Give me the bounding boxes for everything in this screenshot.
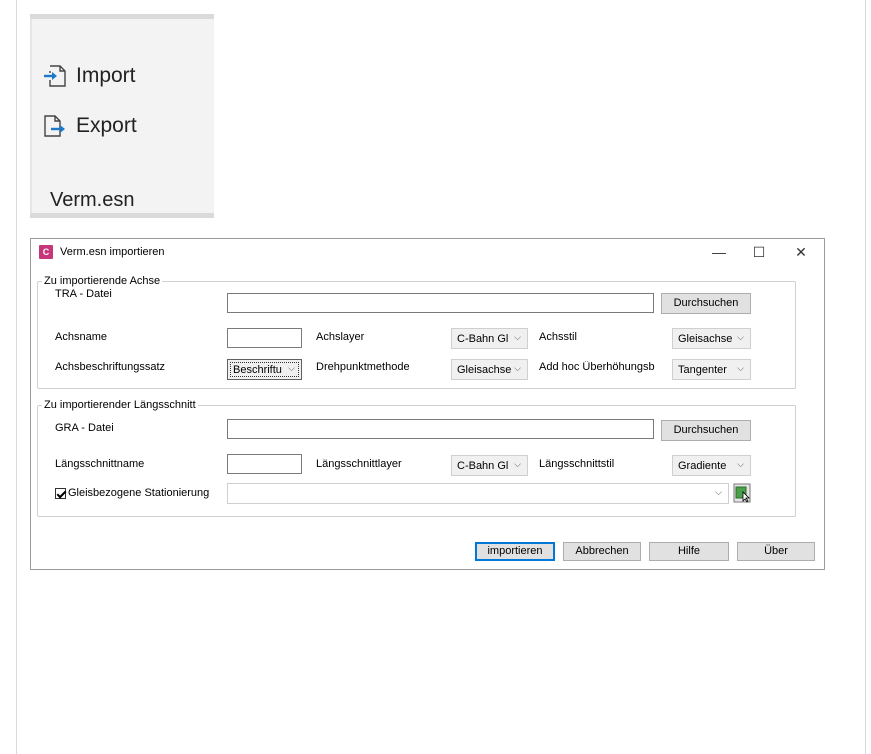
achsstil-label: Achsstil	[539, 331, 577, 343]
chevron-down-icon: ⌵	[715, 487, 722, 497]
chevron-down-icon: ⌵	[514, 363, 521, 373]
chevron-down-icon: ⌵	[737, 459, 744, 469]
drehpunkt-value: Gleisachse	[457, 364, 512, 376]
close-button[interactable]: ✕	[786, 241, 816, 263]
stationierung-checkbox[interactable]	[55, 488, 66, 499]
adhoc-value: Tangenter	[678, 364, 727, 376]
minimize-button[interactable]: —	[704, 241, 734, 263]
adhoc-label: Add hoc Überhöhungsb	[539, 361, 655, 373]
tra-file-input[interactable]	[227, 293, 654, 313]
stationierung-label: Gleisbezogene Stationierung	[68, 487, 210, 499]
gra-browse-button[interactable]: Durchsuchen	[661, 420, 751, 441]
laengsschnittstil-value: Gradiente	[678, 460, 727, 472]
gra-label: GRA - Datei	[55, 422, 114, 434]
maximize-button[interactable]: ☐	[744, 241, 774, 263]
dialog-title: Verm.esn importieren	[60, 246, 165, 258]
laengsschnittstil-label: Längsschnittstil	[539, 458, 615, 470]
gra-file-input[interactable]	[227, 419, 654, 439]
ribbon-separator	[30, 19, 32, 213]
achsname-label: Achsname	[55, 331, 107, 343]
app-icon: C	[39, 245, 53, 259]
chevron-down-icon: ⌵	[514, 459, 521, 469]
chevron-down-icon: ⌵	[737, 363, 744, 373]
cancel-button[interactable]: Abbrechen	[563, 542, 641, 561]
chevron-down-icon: ⌵	[737, 332, 744, 342]
adhoc-select[interactable]: Tangenter ⌵	[672, 359, 751, 380]
tra-browse-button[interactable]: Durchsuchen	[661, 293, 751, 314]
export-icon	[44, 115, 65, 137]
laengsschnittlayer-label: Längsschnittlayer	[316, 458, 402, 470]
import-button[interactable]: Import	[42, 63, 136, 89]
ribbon-panel-title: Verm.esn	[50, 189, 135, 211]
drehpunkt-label: Drehpunktmethode	[316, 361, 410, 373]
achse-group-legend: Zu importierende Achse	[44, 275, 161, 287]
import-label: Import	[76, 64, 136, 87]
laengsschnittlayer-value: C-Bahn Gl	[457, 460, 509, 472]
achsbeschriftung-label: Achsbeschriftungssatz	[55, 361, 166, 373]
export-label: Export	[76, 114, 137, 137]
chevron-down-icon: ⌵	[514, 332, 521, 342]
chevron-down-icon: ⌵	[288, 363, 295, 373]
import-icon	[44, 65, 66, 87]
tra-label: TRA - Datei	[55, 288, 112, 300]
dialog-titlebar: C Verm.esn importieren — ☐ ✕	[31, 239, 824, 265]
import-dialog: C Verm.esn importieren — ☐ ✕ Zu importie…	[30, 238, 825, 570]
stationierung-select[interactable]: ⌵	[227, 483, 729, 504]
export-button[interactable]: Export	[42, 113, 137, 139]
pick-from-drawing-icon[interactable]	[733, 483, 751, 503]
achsstil-value: Gleisachse	[678, 333, 733, 345]
laengsschnittlayer-select[interactable]: C-Bahn Gl ⌵	[451, 455, 528, 476]
drehpunkt-select[interactable]: Gleisachse ⌵	[451, 359, 528, 380]
achslayer-label: Achslayer	[316, 331, 365, 343]
ribbon-panel: Import Export Verm.esn	[30, 14, 214, 218]
import-submit-button[interactable]: importieren	[475, 542, 555, 561]
achsbeschriftung-value: Beschriftu	[233, 364, 282, 376]
about-button[interactable]: Über	[737, 542, 815, 561]
laengsschnittname-label: Längsschnittname	[55, 458, 145, 470]
laengsschnittstil-select[interactable]: Gradiente ⌵	[672, 455, 751, 476]
laengsschnitt-group-legend: Zu importierender Längsschnitt	[44, 399, 196, 411]
achslayer-select[interactable]: C-Bahn Gl ⌵	[451, 328, 528, 349]
help-button[interactable]: Hilfe	[649, 542, 729, 561]
achsstil-select[interactable]: Gleisachse ⌵	[672, 328, 751, 349]
achsbeschriftung-select[interactable]: Beschriftu ⌵	[227, 359, 302, 380]
achsname-input[interactable]	[227, 328, 302, 348]
achslayer-value: C-Bahn Gl	[457, 333, 509, 345]
laengsschnittname-input[interactable]	[227, 454, 302, 474]
